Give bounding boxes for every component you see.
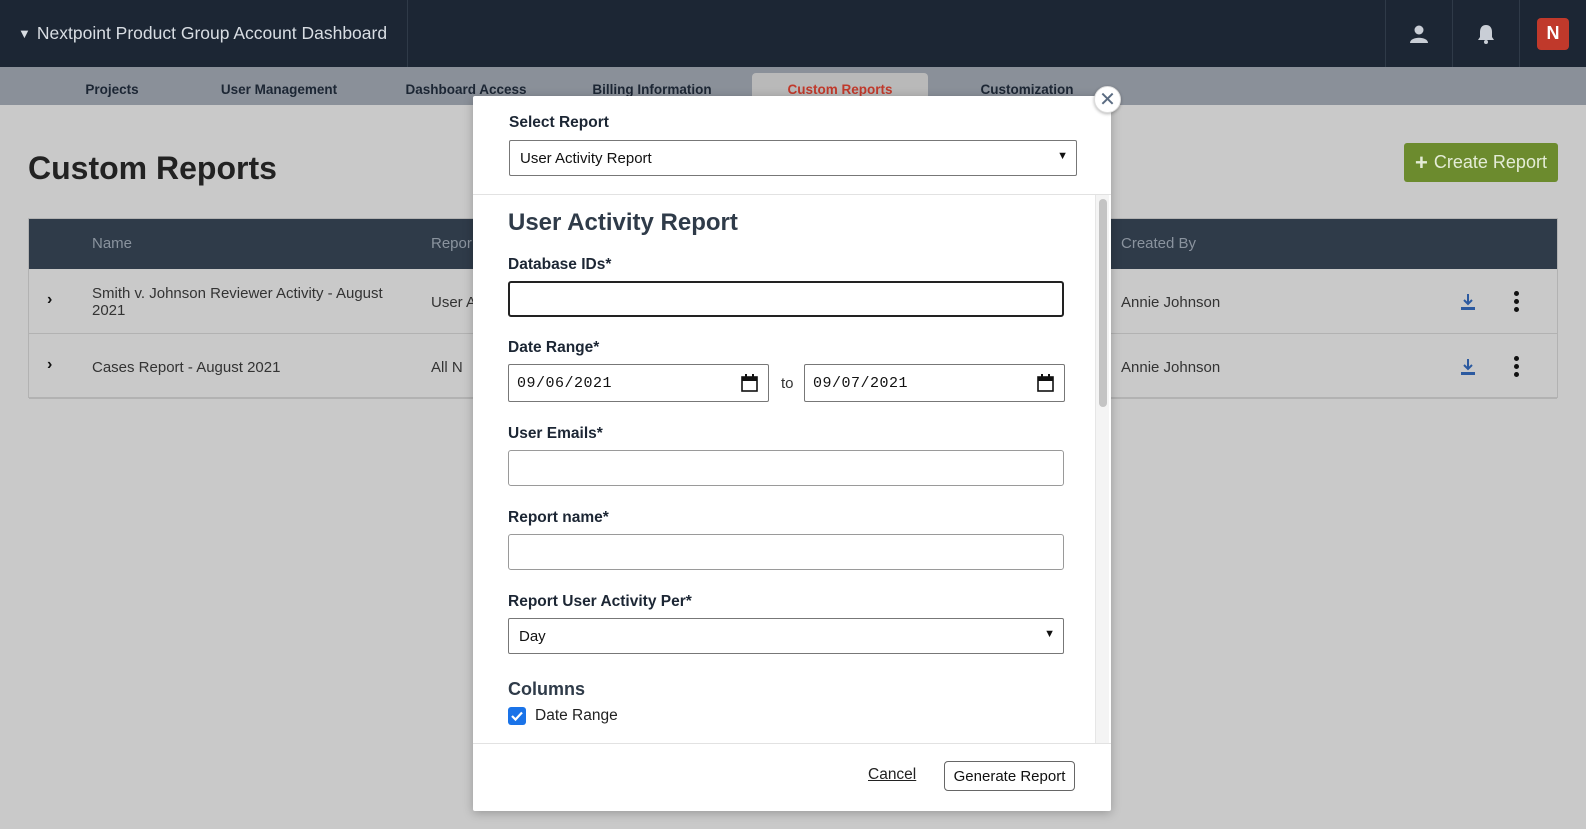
date-range-label: Date Range* <box>508 339 600 356</box>
columns-title: Columns <box>508 679 586 699</box>
date-to-value: 09/07/2021 <box>813 374 909 392</box>
plus-icon: + <box>1415 149 1428 175</box>
user-menu-button[interactable] <box>1385 0 1452 67</box>
column-header-name[interactable]: Name <box>92 235 132 252</box>
database-ids-label: Database IDs* <box>508 256 612 273</box>
calendar-icon[interactable] <box>1037 374 1054 392</box>
checkmark-icon <box>511 711 523 722</box>
modal-form-body: User Activity Report Database IDs* Date … <box>473 195 1111 743</box>
row-created-by: Annie Johnson <box>1121 294 1221 311</box>
column-header-report[interactable]: Repor <box>431 235 472 252</box>
top-header: ▼ Nextpoint Product Group Account Dashbo… <box>0 0 1586 67</box>
date-range-checkbox[interactable] <box>508 707 526 725</box>
page-title: Custom Reports <box>28 150 277 186</box>
row-report-name: Smith v. Johnson Reviewer Activity - Aug… <box>92 285 383 319</box>
download-icon[interactable] <box>1459 358 1477 376</box>
download-icon[interactable] <box>1459 293 1477 311</box>
generate-report-button[interactable]: Generate Report <box>944 761 1075 791</box>
chevron-down-icon: ▼ <box>1057 150 1068 162</box>
notifications-button[interactable] <box>1452 0 1519 67</box>
selected-report-value: User Activity Report <box>520 149 652 167</box>
expand-chevron-icon[interactable]: › <box>47 356 52 374</box>
database-ids-input[interactable] <box>508 281 1064 317</box>
brand-logo-icon: N <box>1537 17 1569 50</box>
modal-close-icon[interactable]: ✕ <box>1094 86 1121 113</box>
modal-scrollbar[interactable] <box>1095 195 1109 743</box>
caret-down-icon: ▼ <box>18 26 31 41</box>
select-report-dropdown[interactable]: User Activity Report ▼ <box>509 140 1077 176</box>
expand-chevron-icon[interactable]: › <box>47 291 52 309</box>
create-report-label: Create Report <box>1433 152 1547 172</box>
select-report-label: Select Report <box>509 114 609 131</box>
cancel-link[interactable]: Cancel <box>868 766 916 784</box>
row-report-name: Cases Report - August 2021 <box>92 359 281 376</box>
modal-footer: Cancel Generate Report <box>473 743 1111 811</box>
report-form-title: User Activity Report <box>508 209 738 236</box>
report-name-input[interactable] <box>508 534 1064 570</box>
date-range-separator: to <box>781 375 794 392</box>
column-header-created-by[interactable]: Created By <box>1121 235 1196 252</box>
dashboard-title-text: Nextpoint Product Group Account Dashboar… <box>36 23 388 43</box>
activity-per-value: Day <box>519 627 546 645</box>
activity-per-dropdown[interactable]: Day ▼ <box>508 618 1064 654</box>
row-report-type: All N <box>431 359 463 376</box>
row-menu-icon[interactable] <box>1513 291 1519 313</box>
date-from-value: 09/06/2021 <box>517 374 613 392</box>
row-created-by: Annie Johnson <box>1121 359 1221 376</box>
report-name-label: Report name* <box>508 509 609 526</box>
date-to-input[interactable]: 09/07/2021 <box>804 364 1065 402</box>
date-range-checkbox-label[interactable]: Date Range <box>535 707 618 725</box>
chevron-down-icon: ▼ <box>1044 628 1055 640</box>
create-report-button[interactable]: + Create Report <box>1404 143 1558 182</box>
date-from-input[interactable]: 09/06/2021 <box>508 364 769 402</box>
user-icon <box>1410 25 1428 43</box>
brand-menu-button[interactable]: N <box>1519 0 1586 67</box>
row-menu-icon[interactable] <box>1513 356 1519 378</box>
header-actions: N <box>1385 0 1586 67</box>
generate-report-modal: Select Report User Activity Report ▼ Use… <box>473 96 1111 811</box>
user-emails-label: User Emails* <box>508 425 603 442</box>
activity-per-label: Report User Activity Per* <box>508 593 692 610</box>
account-dashboard-title[interactable]: ▼ Nextpoint Product Group Account Dashbo… <box>0 0 409 67</box>
modal-scrollbar-thumb[interactable] <box>1099 199 1107 407</box>
user-emails-input[interactable] <box>508 450 1064 486</box>
modal-select-section: Select Report User Activity Report ▼ <box>473 96 1111 195</box>
tab-user-management[interactable]: User Management <box>206 73 352 105</box>
calendar-icon[interactable] <box>741 374 758 392</box>
row-report-type: User A <box>431 294 477 311</box>
tab-projects[interactable]: Projects <box>62 73 162 105</box>
bell-icon <box>1478 24 1494 44</box>
